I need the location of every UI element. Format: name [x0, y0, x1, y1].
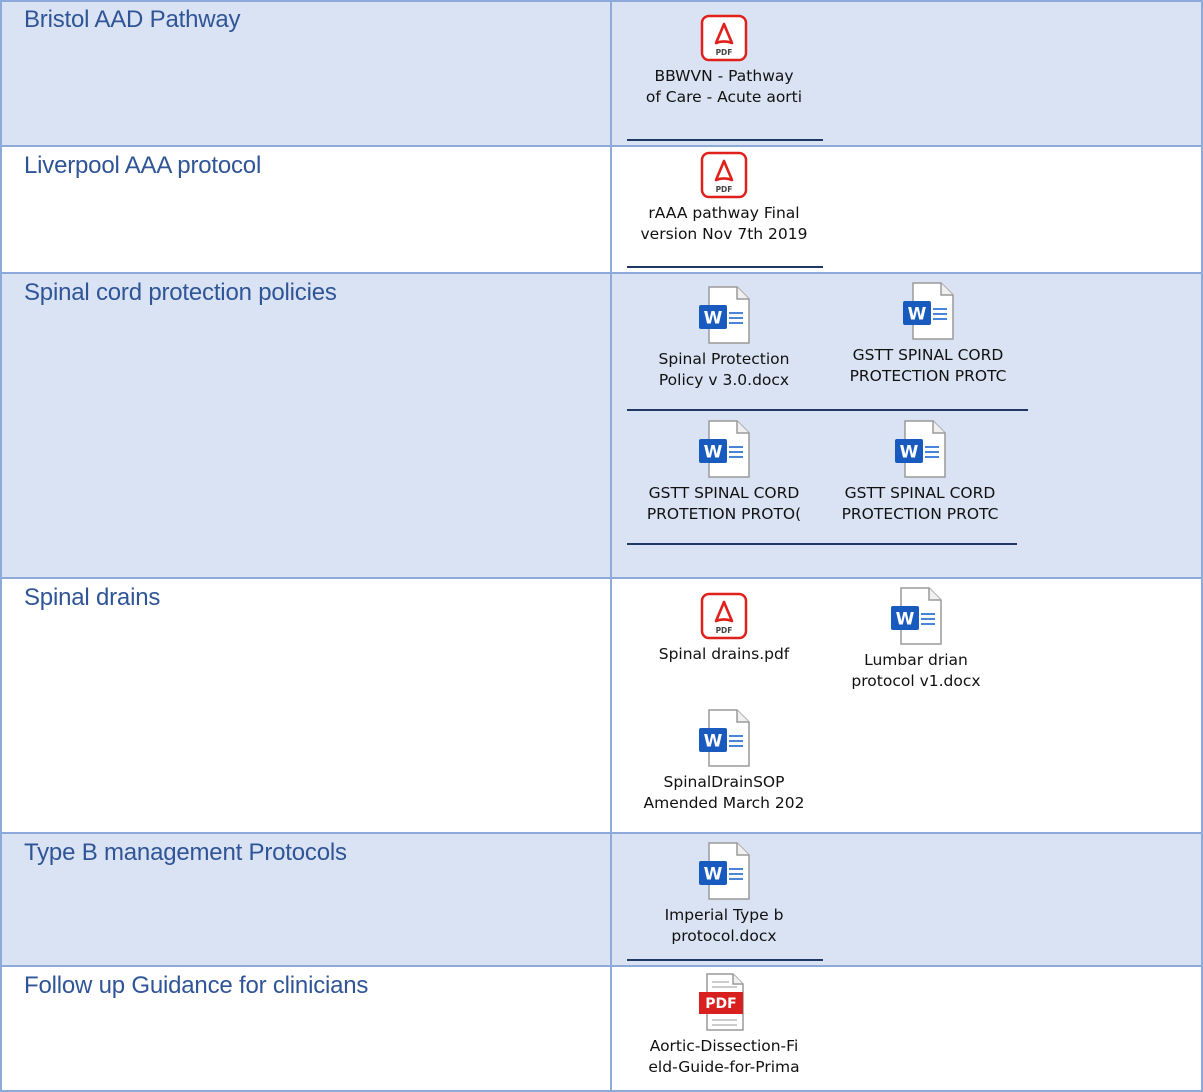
file-attachment[interactable]: Spinal drains.pdf [624, 592, 824, 665]
file-attachment[interactable]: Lumbar drian protocol v1.docx [816, 586, 1016, 692]
file-name: Lumbar drian protocol v1.docx [851, 651, 981, 690]
row-label: Follow up Guidance for clinicians [24, 972, 369, 999]
attachment-underline [627, 543, 1017, 545]
attachment-underline [627, 266, 823, 268]
table-row: Bristol AAD Pathway BBWVN - Pathway of Ca… [0, 0, 1203, 146]
table-row: Follow up Guidance for clinicians Aortic… [0, 966, 1203, 1092]
pdf-document-icon [697, 972, 751, 1032]
file-attachment[interactable]: Spinal Protection Policy v 3.0.docx [624, 285, 824, 391]
word-document-icon [697, 708, 751, 768]
file-name: Spinal drains.pdf [658, 645, 790, 663]
row-divider [0, 272, 1203, 274]
row-divider [0, 145, 1203, 147]
file-name: GSTT SPINAL CORD PROTECTION PROTC [841, 484, 999, 523]
file-attachment[interactable]: Aortic-Dissection-Fi eld-Guide-for-Prima [624, 972, 824, 1078]
file-attachment[interactable]: GSTT SPINAL CORD PROTECTION PROTC [828, 281, 1028, 387]
table-row: Liverpool AAA protocol rAAA pathway Fina… [0, 146, 1203, 273]
file-name: Aortic-Dissection-Fi eld-Guide-for-Prima [648, 1037, 800, 1076]
pdf-acrobat-icon [700, 14, 748, 62]
table-row: Spinal drains Spinal drains.pdf Lumbar d… [0, 578, 1203, 833]
file-name: rAAA pathway Final version Nov 7th 2019 [640, 204, 808, 243]
file-name: SpinalDrainSOP Amended March 202 [643, 773, 805, 812]
row-label: Spinal cord protection policies [24, 279, 337, 306]
word-document-icon [697, 419, 751, 479]
file-attachment[interactable]: SpinalDrainSOP Amended March 202 [624, 708, 824, 814]
file-name: Spinal Protection Policy v 3.0.docx [658, 350, 790, 389]
row-divider [0, 577, 1203, 579]
word-document-icon [889, 586, 943, 646]
attachments-table: Bristol AAD Pathway BBWVN - Pathway of Ca… [0, 0, 1203, 1092]
row-label: Liverpool AAA protocol [24, 152, 262, 179]
attachment-underline [627, 139, 823, 141]
attachment-underline [627, 959, 823, 961]
pdf-acrobat-icon [700, 592, 748, 640]
table-row: Type B management Protocols Imperial Typ… [0, 833, 1203, 966]
file-attachment[interactable]: GSTT SPINAL CORD PROTECTION PROTC [820, 419, 1020, 525]
row-label: Spinal drains [24, 584, 161, 611]
attachment-underline [627, 409, 1028, 411]
pdf-acrobat-icon [700, 151, 748, 199]
file-name: Imperial Type b protocol.docx [664, 906, 784, 945]
word-document-icon [901, 281, 955, 341]
table-border [0, 0, 2, 1092]
row-label: Bristol AAD Pathway [24, 6, 241, 33]
file-attachment[interactable]: Imperial Type b protocol.docx [624, 841, 824, 947]
file-name: GSTT SPINAL CORD PROTETION PROTO( [646, 484, 802, 523]
file-name: GSTT SPINAL CORD PROTECTION PROTC [849, 346, 1007, 385]
file-attachment[interactable]: rAAA pathway Final version Nov 7th 2019 [624, 151, 824, 245]
file-name: BBWVN - Pathway of Care - Acute aorti [645, 67, 803, 106]
word-document-icon [893, 419, 947, 479]
table-border [0, 0, 1203, 2]
row-divider [0, 832, 1203, 834]
row-divider [0, 965, 1203, 967]
row-label: Type B management Protocols [24, 839, 347, 866]
table-row: Spinal cord protection policies Spinal P… [0, 273, 1203, 578]
file-attachment[interactable]: BBWVN - Pathway of Care - Acute aorti [624, 14, 824, 108]
word-document-icon [697, 285, 751, 345]
file-attachment[interactable]: GSTT SPINAL CORD PROTETION PROTO( [624, 419, 824, 525]
word-document-icon [697, 841, 751, 901]
column-divider [610, 0, 612, 1092]
